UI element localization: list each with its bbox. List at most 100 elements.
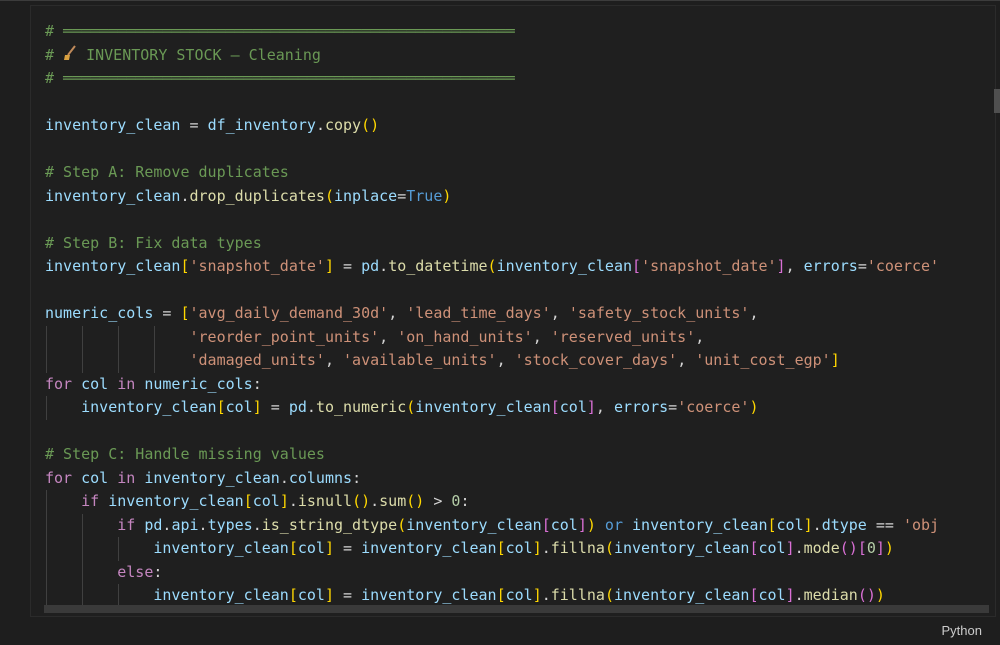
code-token: # Step B: Fix data types xyxy=(45,233,262,252)
code-token: # ══════════════════════════════════════… xyxy=(45,22,515,40)
code-token: = xyxy=(180,116,208,134)
code-token: INVENTORY STOCK — Cleaning xyxy=(77,45,321,64)
vertical-scrollbar[interactable] xyxy=(994,89,1000,113)
code-token: > xyxy=(424,492,452,510)
code-token: for xyxy=(45,374,73,393)
code-line: # Step A: Remove duplicates xyxy=(45,161,995,185)
code-token: inventory_clean xyxy=(415,398,551,416)
code-token: = xyxy=(334,539,362,557)
code-token: in xyxy=(117,468,136,487)
code-token: errors xyxy=(803,257,858,275)
code-token: # Step A: Remove duplicates xyxy=(45,163,289,181)
code-token: 'stock_cover_days' xyxy=(514,351,678,369)
indent-guide xyxy=(118,537,120,561)
code-token: else xyxy=(117,562,154,581)
code-token: . xyxy=(794,539,804,557)
code-token: . xyxy=(541,586,551,604)
code-cell[interactable]: # ══════════════════════════════════════… xyxy=(30,5,996,617)
code-token: , xyxy=(550,304,569,322)
code-token: ) xyxy=(586,515,596,534)
code-token: . xyxy=(812,515,822,534)
code-token: ] xyxy=(586,398,596,416)
code-token: () xyxy=(361,116,380,134)
code-token: ] xyxy=(785,586,795,604)
code-token: , xyxy=(695,327,705,346)
code-token: True xyxy=(406,186,443,205)
code-token: ] xyxy=(875,539,885,557)
code-token: col xyxy=(550,515,578,534)
indent-guide xyxy=(82,349,84,373)
code-token: . xyxy=(198,515,208,534)
code-token: ] xyxy=(532,539,542,557)
code-token: inventory_clean xyxy=(361,539,497,557)
code-token: . xyxy=(306,398,316,416)
code-token: [ xyxy=(857,539,867,557)
code-token: 'obj xyxy=(902,515,940,534)
code-token: : xyxy=(153,562,163,581)
code-token: ] xyxy=(279,492,289,510)
code-token: [ xyxy=(550,398,560,416)
code-token: inventory_clean xyxy=(45,116,181,134)
code-token: , xyxy=(388,304,407,322)
code-token: [ xyxy=(288,586,298,604)
code-token: inventory_clean xyxy=(496,257,633,275)
code-token: # xyxy=(45,45,64,64)
code-line: inventory_clean[col] = inventory_clean[c… xyxy=(45,537,995,561)
code-token: df_inventory xyxy=(207,116,316,134)
code-line: inventory_clean['snapshot_date'] = pd.to… xyxy=(45,255,995,279)
code-token: col xyxy=(72,468,118,487)
code-token: . xyxy=(279,468,289,487)
code-token: ( xyxy=(406,398,416,416)
code-token: 'on_hand_units' xyxy=(397,327,533,346)
code-token: 'damaged_units' xyxy=(189,351,325,369)
indent-guide xyxy=(46,560,47,584)
code-token: ] xyxy=(252,398,262,416)
code-token: ) xyxy=(749,398,759,416)
indent-guide xyxy=(46,396,47,420)
code-token: 'avg_daily_demand_30d' xyxy=(189,304,389,322)
code-token: , xyxy=(324,351,344,369)
code-token: ( xyxy=(604,539,614,557)
indent-guide xyxy=(46,513,47,537)
code-line: # Step B: Fix data types xyxy=(45,232,995,256)
code-token: [ xyxy=(288,539,298,557)
code-token: is_string_dtype xyxy=(261,515,398,534)
code-line: for col in numeric_cols: xyxy=(45,373,995,397)
code-line: inventory_clean[col] = pd.to_numeric(inv… xyxy=(45,396,995,420)
code-token: inventory_clean xyxy=(153,539,289,557)
code-token: col xyxy=(297,539,325,557)
code-token: , xyxy=(749,304,759,322)
code-token: # ══════════════════════════════════════… xyxy=(45,69,515,87)
indent-guide xyxy=(154,349,156,373)
code-token: , xyxy=(532,327,551,346)
code-token: ] xyxy=(803,515,813,534)
code-token: numeric_cols xyxy=(45,304,154,322)
code-token: : xyxy=(460,492,470,510)
code-token: col xyxy=(505,586,533,604)
broom-icon xyxy=(63,45,77,61)
code-token: inventory_clean xyxy=(361,586,497,604)
code-token: 'snapshot_date' xyxy=(641,257,777,275)
code-token: () xyxy=(406,492,425,510)
code-token: , xyxy=(595,398,614,416)
code-token: isnull xyxy=(297,492,353,510)
code-token: ] xyxy=(532,586,542,604)
code-token: for xyxy=(45,468,73,487)
horizontal-scrollbar[interactable] xyxy=(44,605,989,613)
code-token: ] xyxy=(324,257,334,275)
code-token: , xyxy=(785,257,804,275)
code-token: fillna xyxy=(550,539,605,557)
code-token: inventory_clean xyxy=(45,257,181,275)
code-token: [ xyxy=(243,492,253,510)
code-token: # Step C: Handle missing values xyxy=(45,445,325,463)
code-token: types xyxy=(207,515,253,534)
code-token: copy xyxy=(324,116,362,134)
cell-language-label[interactable]: Python xyxy=(942,623,982,638)
code-token: 'safety_stock_units' xyxy=(568,304,750,322)
code-token: columns xyxy=(288,468,353,487)
code-token: () xyxy=(857,586,876,604)
code-token: fillna xyxy=(550,586,605,604)
code-editor[interactable]: # ══════════════════════════════════════… xyxy=(45,20,995,608)
